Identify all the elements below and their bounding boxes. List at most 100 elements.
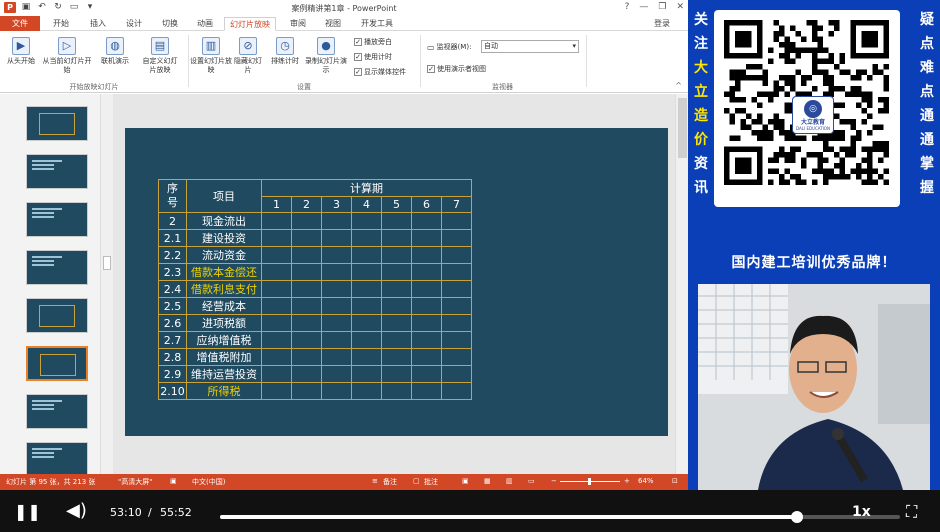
period-cell	[291, 229, 322, 247]
tab-design[interactable]: 设计	[119, 17, 149, 31]
slide-thumbnail[interactable]	[26, 250, 88, 285]
monitor-label: ▭ 监视器(M):	[427, 42, 472, 52]
brand-name-en: DALI EDUCATION	[796, 126, 830, 131]
login-link[interactable]: 登录	[654, 18, 670, 29]
tab-home[interactable]: 开始	[46, 17, 76, 31]
use-timings-checkbox[interactable]: ✓ 使用计时	[354, 52, 392, 62]
period-cell	[381, 212, 412, 230]
table-row: 2.10 所得税	[158, 382, 472, 400]
time-separator: /	[148, 506, 152, 519]
pause-icon[interactable]: ❚❚	[14, 502, 41, 521]
slideshow-view-icon[interactable]: ▭	[528, 477, 535, 485]
normal-view-icon[interactable]: ▣	[462, 477, 469, 485]
presenter-view-checkbox[interactable]: ✓ 使用演示者视图	[427, 64, 486, 74]
slide-thumbnail[interactable]	[26, 202, 88, 237]
language-indicator[interactable]: 中文(中国)	[192, 477, 225, 487]
chevron-down-icon: ▾	[572, 42, 576, 50]
period-cell	[321, 314, 352, 332]
period-cell	[351, 212, 382, 230]
show-media-controls-checkbox[interactable]: ✓ 显示媒体控件	[354, 67, 406, 77]
monitor-select[interactable]: 自动 ▾	[481, 40, 579, 53]
seek-handle[interactable]	[790, 511, 803, 523]
from-current-button[interactable]: ▷ 从当前幻灯片开始	[40, 37, 94, 75]
from-beginning-button[interactable]: ▶ 从头开始	[4, 37, 38, 66]
zoom-out-icon[interactable]: −	[551, 477, 557, 485]
group-separator	[188, 35, 189, 87]
slide-thumbnail[interactable]	[26, 298, 88, 333]
slide-thumbnail[interactable]	[26, 394, 88, 429]
tab-file[interactable]: 文件	[0, 16, 40, 31]
current-slide[interactable]: 序号 项目 计算期 1234567 2 现金流出 2.1 建设投资 2.2 流动资金 2.3…	[125, 128, 668, 436]
vertical-scrollbar[interactable]	[675, 94, 688, 474]
close-button[interactable]: ✕	[676, 2, 684, 12]
thumbnail-pane-splitter[interactable]	[101, 94, 113, 474]
table-row: 2.2 流动资金	[158, 246, 472, 264]
period-cell	[261, 365, 292, 383]
collapse-ribbon-icon[interactable]: ^	[675, 81, 682, 90]
slide-thumbnail[interactable]	[26, 442, 88, 477]
slide-thumbnail[interactable]	[26, 154, 88, 189]
thumbnail-text-line	[32, 216, 54, 218]
custom-show-button[interactable]: ▤ 自定义幻灯片放映	[140, 37, 180, 75]
fullscreen-icon[interactable]: ⛶	[906, 502, 917, 522]
notes-button[interactable]: 备注	[383, 477, 397, 487]
slogan-char: 资	[694, 156, 708, 172]
sorter-view-icon[interactable]: ▦	[484, 477, 491, 485]
period-cell	[321, 331, 352, 349]
play-icon: ▶	[12, 37, 30, 55]
row-item: 维持运营投资	[186, 365, 262, 383]
table-row: 2.8 增值税附加	[158, 348, 472, 366]
zoom-slider[interactable]	[560, 478, 620, 485]
play-current-icon: ▷	[58, 37, 76, 55]
tab-insert[interactable]: 插入	[83, 17, 113, 31]
comments-button[interactable]: 批注	[424, 477, 438, 487]
spellcheck-icon[interactable]: ▣	[170, 477, 177, 485]
period-cell	[411, 365, 442, 383]
slogan-char: 注	[694, 36, 708, 52]
playback-speed-button[interactable]: 1x	[852, 504, 871, 520]
tab-developer[interactable]: 开发工具	[356, 17, 398, 31]
period-cell	[381, 382, 412, 400]
scrollbar-thumb[interactable]	[678, 98, 687, 158]
row-seq: 2.4	[158, 280, 187, 298]
rehearse-timings-button[interactable]: ◷ 排练计时	[268, 37, 302, 66]
volume-icon[interactable]: ◀)	[66, 500, 87, 521]
tab-view[interactable]: 视图	[318, 17, 348, 31]
period-cell	[411, 382, 442, 400]
slide-thumbnail[interactable]	[26, 346, 88, 381]
period-cell	[261, 348, 292, 366]
restore-button[interactable]: ❐	[658, 2, 666, 12]
slogan-char: 价	[694, 132, 708, 148]
notes-icon[interactable]: ≡	[372, 477, 378, 485]
help-button[interactable]: ?	[625, 2, 630, 12]
tab-review[interactable]: 审阅	[283, 17, 313, 31]
period-cell	[351, 263, 382, 281]
fit-slide-icon[interactable]: ⊡	[672, 477, 678, 485]
comments-icon[interactable]: ▢	[413, 477, 420, 485]
period-cell	[321, 297, 352, 315]
setup-show-button[interactable]: ▥ 设置幻灯片放映	[190, 37, 232, 75]
table-row: 2.3 借款本金偿还	[158, 263, 472, 281]
minimize-button[interactable]: —	[639, 2, 648, 12]
hide-slide-button[interactable]: ⊘ 隐藏幻灯片	[232, 37, 264, 75]
record-show-button[interactable]: ● 录制幻灯片演示	[302, 37, 350, 75]
play-narrations-checkbox[interactable]: ✓ 播放旁白	[354, 37, 392, 47]
tab-transitions[interactable]: 切换	[155, 17, 185, 31]
row-item: 经营成本	[186, 297, 262, 315]
zoom-in-icon[interactable]: +	[624, 477, 630, 485]
tab-slideshow[interactable]: 幻灯片放映	[224, 17, 276, 31]
splitter-handle[interactable]	[103, 256, 111, 270]
period-cell	[261, 280, 292, 298]
zoom-slider-thumb[interactable]	[588, 478, 591, 485]
period-cell	[291, 382, 322, 400]
present-online-button[interactable]: ◍ 联机演示	[98, 37, 132, 66]
seek-bar[interactable]	[220, 511, 900, 523]
period-cell	[441, 297, 472, 315]
qr-code: ◎ 大立教育 DALI EDUCATION	[714, 10, 900, 207]
window-controls: ? — ❐ ✕	[625, 2, 684, 12]
period-cell	[321, 263, 352, 281]
tab-animations[interactable]: 动画	[190, 17, 220, 31]
zoom-level[interactable]: 64%	[638, 477, 654, 485]
reading-view-icon[interactable]: ▥	[506, 477, 513, 485]
slide-thumbnail[interactable]	[26, 106, 88, 141]
